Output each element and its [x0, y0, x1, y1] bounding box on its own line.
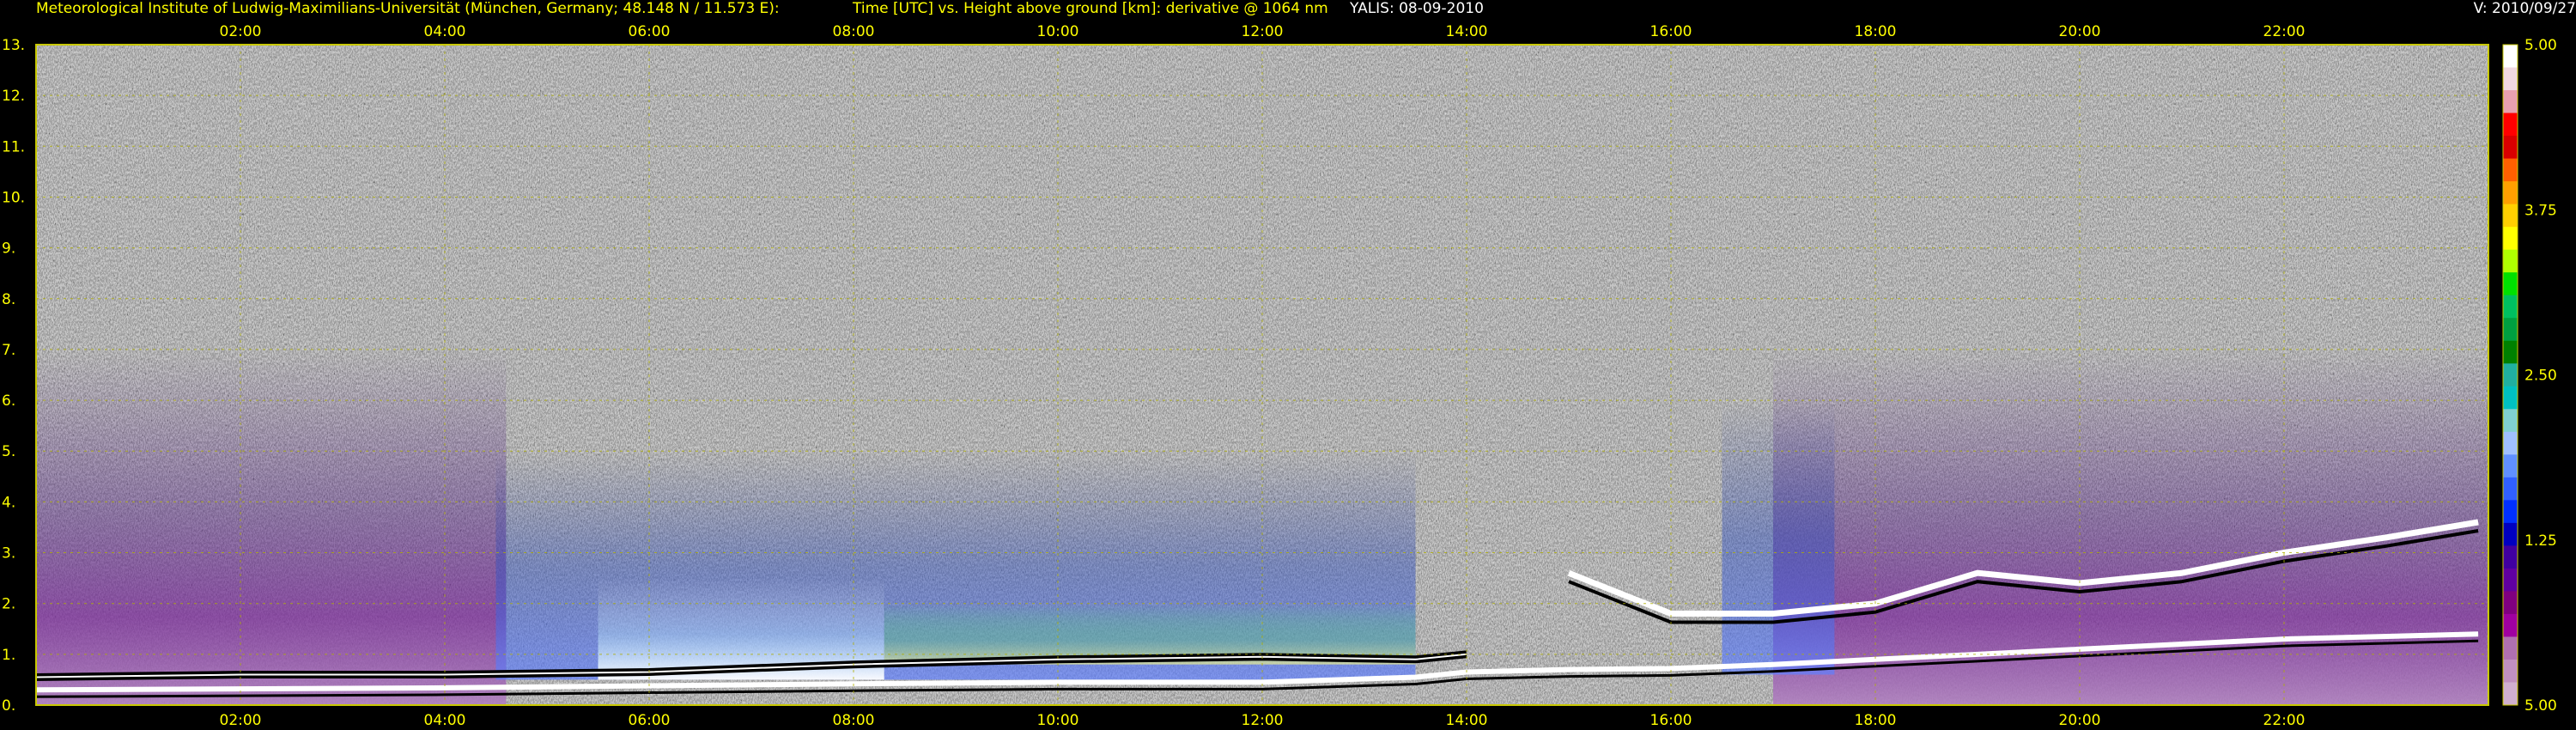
x-tick-label-top-5: 12:00: [1242, 23, 1284, 40]
y-tick-label-3: 3.: [2, 545, 15, 563]
x-tick-label-bottom-5: 12:00: [1242, 712, 1284, 729]
x-tick-label-top-6: 14:00: [1446, 23, 1488, 40]
y-tick-label-4: 4.: [2, 494, 15, 511]
x-tick-label-bottom-9: 20:00: [2059, 712, 2101, 729]
colorbar-label-3: 1.25: [2524, 532, 2557, 550]
colorbar-swatch-0: [2503, 45, 2518, 69]
colorbar-swatch-15: [2503, 386, 2518, 410]
y-tick-label-11: 11.: [2, 138, 25, 155]
lidar-derivative-chart: 0. 1. 2. 3. 4. 5. 6. 7. 8. 9. 10. 11. 12. 13. 02:00 02:…: [2, 23, 2557, 729]
colorbar-swatch-16: [2503, 409, 2518, 433]
colorbar-swatch-14: [2503, 363, 2518, 387]
colorbar-swatch-18: [2503, 454, 2518, 478]
night-aerosol-haze: [36, 349, 507, 705]
y-tick-label-8: 8.: [2, 291, 15, 308]
x-tick-label-bottom-10: 22:00: [2263, 712, 2306, 729]
colorbar-swatch-1: [2503, 67, 2518, 91]
colorbar-swatch-17: [2503, 431, 2518, 455]
colorbar-swatch-9: [2503, 249, 2518, 273]
y-tick-label-7: 7.: [2, 342, 15, 359]
colorbar-swatch-7: [2503, 204, 2518, 228]
y-tick-label-12: 12.: [2, 88, 25, 105]
x-tick-label-top-4: 10:00: [1037, 23, 1079, 40]
colorbar-swatch-5: [2503, 158, 2518, 182]
colorbar-label-1: 3.75: [2524, 202, 2557, 219]
x-tick-label-bottom-2: 06:00: [629, 712, 671, 729]
colorbar-swatch-21: [2503, 522, 2518, 546]
colorbar-label-0: 5.00: [2524, 37, 2557, 54]
y-tick-label-9: 9.: [2, 240, 15, 258]
colorbar-swatch-10: [2503, 272, 2518, 296]
colorbar-swatch-11: [2503, 295, 2518, 319]
colorbar-swatch-20: [2503, 500, 2518, 524]
y-tick-label-6: 6.: [2, 392, 15, 410]
x-tick-label-bottom-7: 16:00: [1650, 712, 1692, 729]
colorbar-swatch-6: [2503, 181, 2518, 205]
x-tick-label-bottom-0: 02:00: [220, 712, 262, 729]
colorbar-swatch-24: [2503, 591, 2518, 615]
colorbar-swatch-8: [2503, 227, 2518, 251]
x-tick-label-top-1: 04:00: [424, 23, 466, 40]
colorbar-swatch-22: [2503, 545, 2518, 569]
x-tick-label-top-9: 20:00: [2059, 23, 2101, 40]
y-tick-label-2: 2.: [2, 596, 15, 613]
x-tick-label-top-8: 18:00: [1855, 23, 1897, 40]
y-tick-label-0: 0.: [2, 697, 15, 715]
colorbar-swatch-12: [2503, 318, 2518, 342]
x-tick-label-top-0: 02:00: [220, 23, 262, 40]
colorbar-swatch-4: [2503, 136, 2518, 160]
y-tick-label-5: 5.: [2, 443, 15, 460]
x-tick-label-top-3: 08:00: [833, 23, 875, 40]
x-tick-label-top-2: 06:00: [629, 23, 671, 40]
colorbar-swatch-13: [2503, 340, 2518, 364]
x-tick-label-bottom-6: 14:00: [1446, 712, 1488, 729]
colorbar-label-4: 5.00: [2524, 697, 2557, 715]
evening-column-haze: [1722, 400, 1835, 675]
colorbar-swatch-26: [2503, 636, 2518, 660]
evening-aerosol-haze: [1773, 349, 2488, 705]
x-tick-label-bottom-4: 10:00: [1037, 712, 1079, 729]
colorbar-swatch-2: [2503, 90, 2518, 114]
colorbar-swatch-19: [2503, 477, 2518, 501]
y-tick-label-13: 13.: [2, 37, 25, 54]
y-tick-label-10: 10.: [2, 189, 25, 206]
colorbar-swatch-28: [2503, 682, 2518, 706]
colorbar-swatch-3: [2503, 113, 2518, 137]
y-tick-label-1: 1.: [2, 647, 15, 664]
x-tick-label-bottom-1: 04:00: [424, 712, 466, 729]
x-tick-label-bottom-8: 18:00: [1855, 712, 1897, 729]
x-tick-label-top-10: 22:00: [2263, 23, 2306, 40]
colorbar-swatch-27: [2503, 659, 2518, 683]
colorbar-swatch-23: [2503, 568, 2518, 592]
x-tick-label-top-7: 16:00: [1650, 23, 1692, 40]
x-tick-label-bottom-3: 08:00: [833, 712, 875, 729]
colorbar-label-2: 2.50: [2524, 368, 2557, 385]
colorbar-swatch-25: [2503, 613, 2518, 637]
